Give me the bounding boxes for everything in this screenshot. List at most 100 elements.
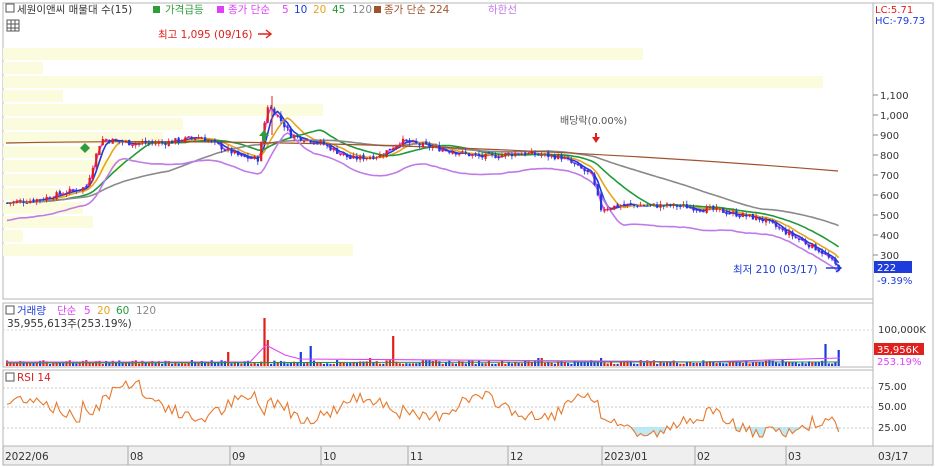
volume-bar[interactable] xyxy=(741,363,745,366)
volume-bar[interactable] xyxy=(712,362,715,366)
volume-bar[interactable] xyxy=(329,363,332,366)
volume-bar[interactable] xyxy=(524,360,527,366)
volume-bar[interactable] xyxy=(270,363,273,366)
volume-bar[interactable] xyxy=(322,363,325,366)
volume-bar[interactable] xyxy=(761,362,764,366)
volume-bar[interactable] xyxy=(501,360,504,366)
volume-bar[interactable] xyxy=(662,362,665,366)
volume-bar[interactable] xyxy=(378,363,382,366)
legend-ma-45[interactable]: 45 xyxy=(332,4,345,16)
volume-bar[interactable] xyxy=(385,360,388,366)
volume-ma-20[interactable]: 20 xyxy=(97,305,110,317)
volume-bar[interactable] xyxy=(332,363,335,366)
volume-bar[interactable] xyxy=(263,318,266,366)
volume-bar[interactable] xyxy=(408,363,411,366)
volume-bar[interactable] xyxy=(481,363,484,366)
volume-bar[interactable] xyxy=(510,363,514,366)
candle[interactable] xyxy=(385,150,388,158)
volume-bar[interactable] xyxy=(388,360,391,366)
volume-bar[interactable] xyxy=(398,363,401,366)
legend-long-ma[interactable]: 종가 단순 224 xyxy=(384,4,450,16)
volume-bar[interactable] xyxy=(256,363,259,366)
volume-bar[interactable] xyxy=(312,360,316,366)
volume-ma-120[interactable]: 120 xyxy=(136,305,156,317)
legend-ma-label[interactable]: 종가 단순 xyxy=(228,4,270,16)
candle[interactable] xyxy=(98,145,101,156)
volume-bar[interactable] xyxy=(62,363,65,366)
volume-bar[interactable] xyxy=(345,363,349,366)
volume-bar[interactable] xyxy=(494,363,497,366)
volume-bar[interactable] xyxy=(504,363,507,366)
volume-bar[interactable] xyxy=(392,336,395,366)
volume-bar[interactable] xyxy=(454,363,457,366)
volume-bar[interactable] xyxy=(405,363,408,366)
volume-bar[interactable] xyxy=(468,360,471,366)
volume-bar[interactable] xyxy=(296,362,299,366)
rsi-checkbox-icon[interactable] xyxy=(5,372,15,382)
volume-bar[interactable] xyxy=(253,362,256,366)
volume-bar[interactable] xyxy=(411,363,415,366)
volume-bar[interactable] xyxy=(530,362,533,366)
volume-bar[interactable] xyxy=(286,363,289,366)
volume-bar[interactable] xyxy=(484,363,487,366)
volume-bar[interactable] xyxy=(547,362,550,366)
volume-bar[interactable] xyxy=(735,361,738,366)
volume-bar[interactable] xyxy=(788,362,791,366)
volume-bar[interactable] xyxy=(751,362,754,366)
volume-bar[interactable] xyxy=(240,363,243,366)
volume-bar[interactable] xyxy=(448,360,451,366)
volume-bar[interactable] xyxy=(570,363,573,366)
legend-ma-5[interactable]: 5 xyxy=(282,4,289,16)
volume-bar[interactable] xyxy=(32,363,35,366)
volume-bar[interactable] xyxy=(669,361,672,366)
volume-bar[interactable] xyxy=(306,362,309,366)
volume-bar[interactable] xyxy=(227,352,230,366)
candle[interactable] xyxy=(468,152,471,157)
volume-bar[interactable] xyxy=(827,363,830,366)
volume-bar[interactable] xyxy=(811,362,814,366)
volume-bar[interactable] xyxy=(355,362,358,366)
volume-bar[interactable] xyxy=(138,363,141,366)
grid-icon[interactable] xyxy=(6,19,20,32)
volume-bar[interactable] xyxy=(415,363,418,366)
volume-bar[interactable] xyxy=(477,360,481,366)
volume-bar[interactable] xyxy=(497,363,500,366)
volume-bar[interactable] xyxy=(517,362,520,366)
volume-bar[interactable] xyxy=(755,362,758,366)
volume-bar[interactable] xyxy=(520,363,523,366)
volume-bar[interactable] xyxy=(184,363,187,366)
volume-bar[interactable] xyxy=(784,362,787,366)
volume-bar[interactable] xyxy=(781,360,784,366)
volume-bar[interactable] xyxy=(801,362,804,366)
candle[interactable] xyxy=(596,183,599,197)
volume-bar[interactable] xyxy=(237,362,240,366)
legend-title[interactable]: 세원이앤씨 매물대 수(15) xyxy=(17,4,132,16)
legend-ma-120[interactable]: 120 xyxy=(352,4,372,16)
volume-bar[interactable] xyxy=(636,363,639,366)
volume-bar[interactable] xyxy=(616,363,619,366)
volume-bar[interactable] xyxy=(121,363,124,366)
legend-ma-10[interactable]: 10 xyxy=(294,4,307,16)
volume-bar[interactable] xyxy=(180,363,184,366)
legend-checkbox-icon[interactable] xyxy=(5,3,15,13)
volume-bar[interactable] xyxy=(791,362,794,366)
volume-bar[interactable] xyxy=(372,362,375,366)
volume-bar[interactable] xyxy=(831,363,834,366)
volume-bar[interactable] xyxy=(464,363,467,366)
candle[interactable] xyxy=(266,105,269,124)
volume-bar[interactable] xyxy=(705,362,708,366)
rsi-label[interactable]: RSI 14 xyxy=(17,372,51,384)
volume-bar[interactable] xyxy=(768,360,771,366)
volume-bar[interactable] xyxy=(778,363,781,366)
candle[interactable] xyxy=(111,138,114,144)
volume-bar[interactable] xyxy=(689,361,692,366)
volume-bar[interactable] xyxy=(75,363,78,366)
volume-bar[interactable] xyxy=(336,360,339,366)
volume-bar[interactable] xyxy=(161,363,164,366)
volume-bar[interactable] xyxy=(303,363,306,366)
volume-bar[interactable] xyxy=(699,362,702,366)
volume-bar[interactable] xyxy=(273,360,276,366)
volume-bar[interactable] xyxy=(642,362,646,366)
stock-chart[interactable]: 300 400 500 600 700 800 900 1,000 1,100 2022/06 0… xyxy=(0,0,936,467)
candle[interactable] xyxy=(388,148,391,151)
